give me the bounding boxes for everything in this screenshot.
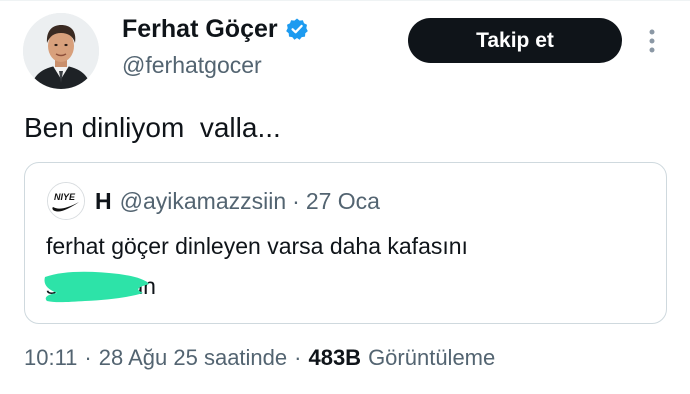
quoted-author-name[interactable]: H xyxy=(95,187,112,215)
nike-logo-icon: NIYE xyxy=(48,183,84,219)
views-count[interactable]: 483B xyxy=(308,344,361,372)
meta-separator-1: · xyxy=(84,345,92,370)
quoted-author-handle[interactable]: @ayikamazzsiin xyxy=(120,187,287,215)
author-avatar[interactable] xyxy=(23,13,99,89)
quoted-header: H @ayikamazzsiin · 27 Oca xyxy=(95,187,380,215)
top-divider xyxy=(0,0,690,1)
meta-separator-2: · xyxy=(294,345,302,370)
author-name-row: Ferhat Göçer xyxy=(122,14,309,44)
green-scribble-redaction xyxy=(44,271,149,303)
more-vertical-icon[interactable] xyxy=(645,27,659,57)
avatar-photo xyxy=(23,13,99,89)
tweet-time[interactable]: 10:11 xyxy=(24,344,77,372)
tweet-meta: 10:11 · 28 Ağu 25 saatinde · 483B Görünt… xyxy=(24,344,502,372)
author-name[interactable]: Ferhat Göçer xyxy=(122,14,278,44)
tweet-text: Ben dinliyom valla... xyxy=(24,112,281,143)
author-handle[interactable]: @ferhatgocer xyxy=(122,52,262,78)
follow-button[interactable]: Takip et xyxy=(408,18,622,63)
quoted-date[interactable]: 27 Oca xyxy=(306,187,380,215)
tweet-date[interactable]: 28 Ağu 25 saatinde xyxy=(99,344,287,372)
quoted-tweet-card[interactable]: NIYE H @ayikamazzsiin · 27 Oca ferhat gö… xyxy=(24,162,667,324)
views-label: Görüntüleme xyxy=(368,345,496,370)
quoted-author-avatar[interactable]: NIYE xyxy=(47,182,85,220)
svg-text:NIYE: NIYE xyxy=(54,192,76,202)
quoted-text-line-1: ferhat göçer dinleyen varsa daha kafasın… xyxy=(46,233,468,259)
separator-dot: · xyxy=(292,188,300,214)
verified-badge-icon[interactable] xyxy=(285,17,309,41)
